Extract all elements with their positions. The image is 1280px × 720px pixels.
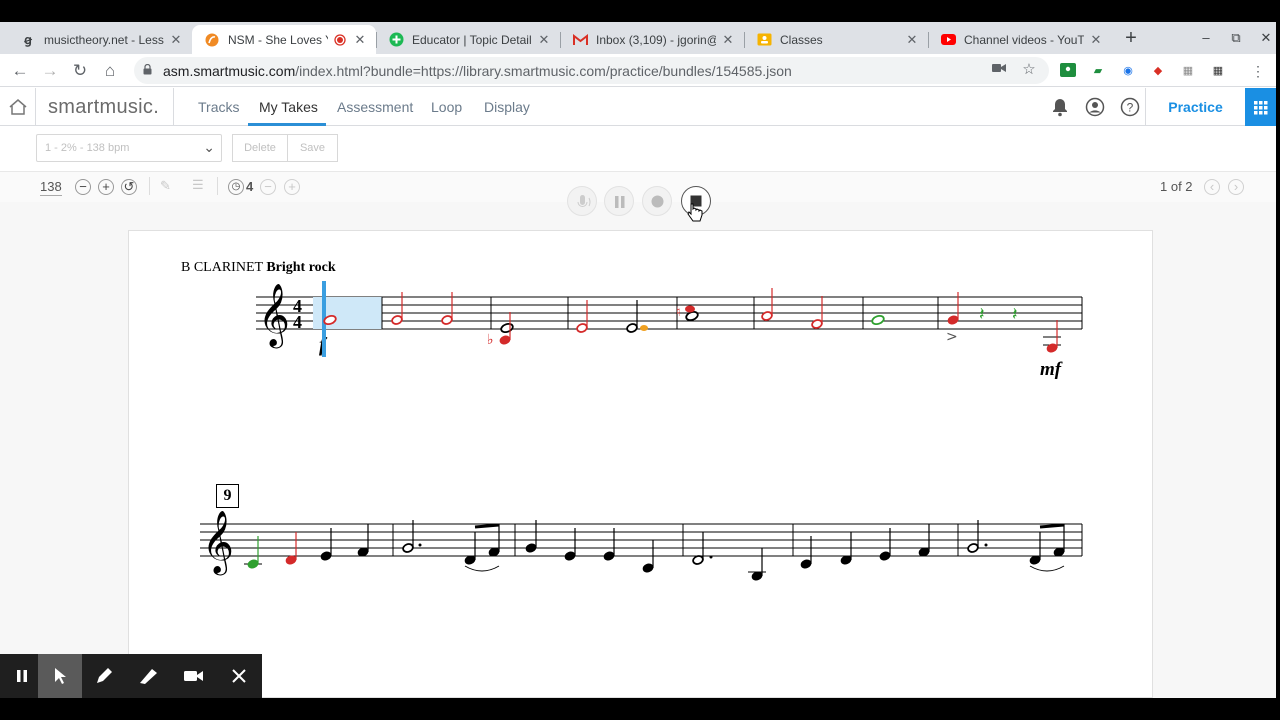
note-head — [642, 563, 654, 573]
natural-sign: ♮ — [676, 305, 681, 320]
treble-clef: 𝄞 — [202, 510, 234, 576]
note-head — [811, 319, 823, 329]
recording-toolbar — [0, 654, 262, 698]
dot — [984, 543, 988, 547]
slur — [464, 565, 500, 572]
camera-button[interactable] — [172, 654, 216, 698]
note-head — [800, 559, 812, 569]
notation: 𝄞 44♭♮>𝄽 𝄽𝄞 — [200, 281, 1083, 581]
slur — [1029, 565, 1065, 572]
note-head — [967, 543, 979, 553]
note-head — [879, 551, 891, 561]
pointer-button[interactable] — [38, 654, 82, 698]
note-head — [402, 543, 414, 553]
note-head — [576, 323, 588, 333]
close-icon — [232, 669, 246, 683]
dot — [709, 555, 713, 559]
camera-icon — [184, 671, 203, 681]
beam — [474, 523, 500, 529]
note-head — [500, 322, 514, 334]
time-signature-bottom: 4 — [293, 312, 302, 332]
treble-clef: 𝄞 — [258, 283, 290, 349]
note-head-close — [640, 325, 648, 331]
pointer-icon — [55, 668, 66, 684]
note-head — [871, 314, 885, 326]
browser-window: ꞡ musictheory.net - Lessons ✕ NSM - She … — [0, 22, 1276, 698]
highlighter-icon — [140, 669, 157, 684]
note-head-wrong — [685, 305, 695, 313]
note-head — [441, 315, 453, 325]
accent-mark: > — [946, 329, 958, 345]
note-head — [499, 335, 511, 345]
note-head — [320, 551, 332, 561]
note-head — [761, 311, 773, 321]
note-head — [525, 543, 537, 553]
dot — [418, 543, 422, 547]
pause-icon — [17, 670, 27, 682]
note-head — [391, 315, 403, 325]
close-recording-button[interactable] — [217, 654, 261, 698]
note-head — [247, 559, 259, 569]
quarter-rest: 𝄽 — [979, 304, 985, 325]
pen-button[interactable] — [82, 654, 126, 698]
pen-icon — [97, 668, 112, 683]
note-head — [947, 315, 959, 325]
note-head — [603, 551, 615, 561]
highlighter-button[interactable] — [127, 654, 171, 698]
flat-sign: ♭ — [487, 332, 494, 348]
quarter-rest: 𝄽 — [1012, 304, 1018, 325]
beam — [1039, 523, 1065, 529]
note-head — [564, 551, 576, 561]
note-head — [1046, 343, 1058, 353]
note-head — [626, 323, 638, 333]
